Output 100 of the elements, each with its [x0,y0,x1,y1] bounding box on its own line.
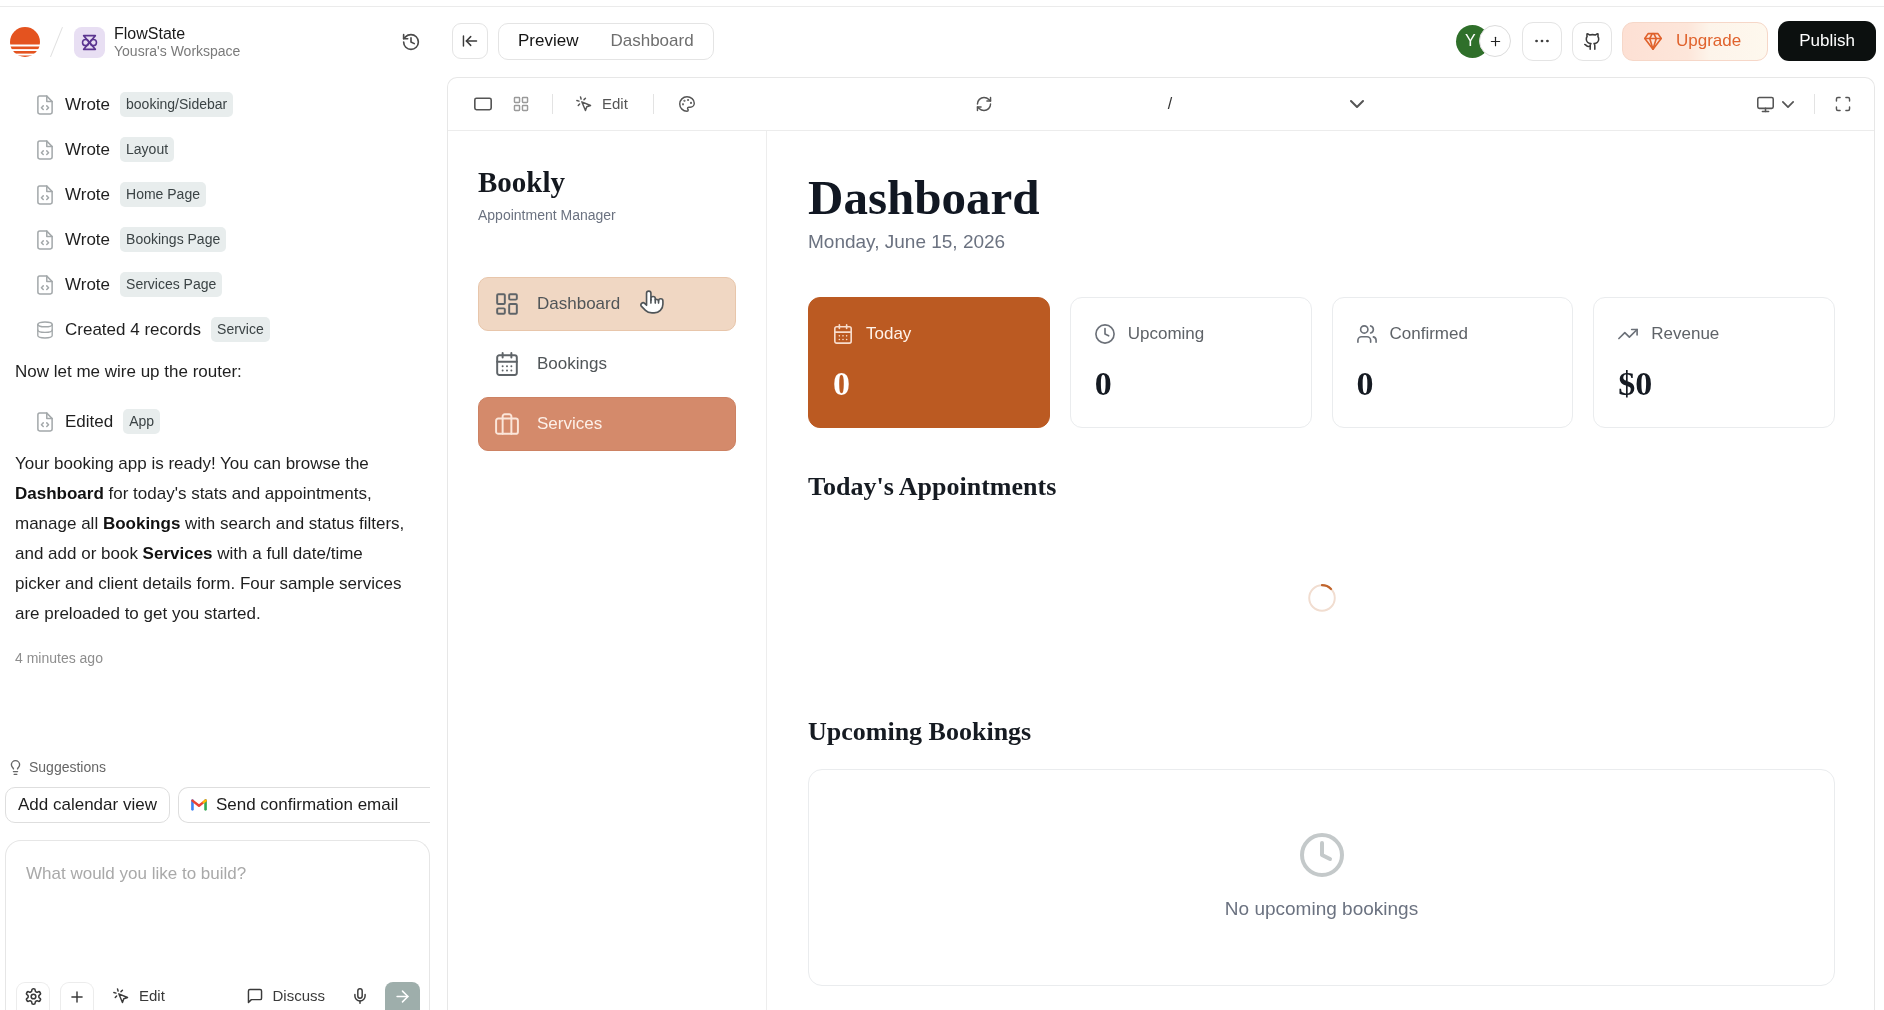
collapse-left-icon [462,33,478,49]
stat-value: 0 [833,364,850,404]
stat-label: Revenue [1651,323,1720,346]
history-icon [402,33,420,51]
calendar-icon [833,324,853,344]
gmail-icon [190,799,207,811]
code-file-icon [37,229,53,250]
palette-icon [678,96,695,112]
chevron-down-icon [1782,99,1794,109]
hand-cursor-icon [640,289,664,315]
briefcase-icon [495,412,519,436]
single-view-icon [474,95,492,113]
action-text: Wrote [65,228,111,251]
action-text: Created 4 records [65,318,202,341]
code-file-icon [37,411,53,432]
settings-icon [24,988,42,1005]
stat-label: Confirmed [1389,323,1468,346]
project-name: FlowState [114,24,187,43]
route-path[interactable]: / [1167,92,1173,116]
route-menu-button[interactable] [1350,99,1365,109]
collapse-panel-button[interactable] [452,23,488,59]
action-text: Wrote [65,273,111,296]
database-icon [37,320,53,339]
github-icon [1583,32,1601,50]
stat-value: 0 [1094,364,1112,404]
cursor-click-icon [113,988,129,1004]
view-tab[interactable]: Preview [502,25,595,57]
view-toggle[interactable] [513,96,529,112]
workspace-icon [74,26,105,58]
code-file-icon [37,139,53,160]
refresh-icon [975,96,992,112]
workspace-name: Yousra's Workspace [114,43,241,60]
app-logo-text: Bookly [478,166,566,198]
theme-button[interactable] [678,96,695,112]
stat-value: $0 [1618,364,1653,404]
fullscreen-icon [1835,96,1851,112]
refresh-button[interactable] [975,96,992,112]
action-text: Wrote [65,183,111,206]
stat-label: Upcoming [1127,323,1205,346]
clock-icon [1299,833,1344,877]
device-menu-button[interactable] [1757,95,1794,113]
cursor-click-icon [576,96,592,112]
arrow-right-icon [394,987,411,1005]
page-date: Monday, June 15, 2026 [808,230,1006,254]
code-file-icon [37,274,53,295]
message-time: 4 minutes ago [15,649,103,668]
action-text: Wrote [65,93,111,116]
grid-view-icon [513,96,529,112]
file-name: Home Page [120,182,206,207]
prompt-field[interactable]: What would you like to build? [6,841,429,982]
chevron-down-icon [1350,99,1365,109]
section-heading: Upcoming Bookings [808,716,1032,748]
record-type-name: Service [211,317,270,342]
code-file-icon [37,94,53,115]
section-heading: Today's Appointments [808,471,1057,503]
view-toggle[interactable] [474,95,492,113]
settings-button[interactable] [16,982,50,1010]
app-tagline: Appointment Manager [478,206,616,224]
history-button[interactable] [402,33,420,51]
file-name: Bookings Page [120,227,227,252]
action-text: Wrote [65,138,111,161]
file-name: App [123,409,161,434]
publish-button[interactable]: Publish [1778,21,1876,61]
suggestion-chip[interactable]: Send confirmation email [177,787,430,823]
sunset-logo-icon [10,27,40,57]
chat-message: Now let me wire up the router: [15,361,243,383]
file-name: booking/Sidebar [120,92,234,117]
action-text: Edited [65,410,114,433]
users-icon [1356,324,1377,344]
stat-label: Today [866,323,912,346]
edit-button[interactable]: Edit [576,92,628,116]
fullscreen-button[interactable] [1835,96,1851,112]
plus-icon [69,988,85,1005]
edit-mode-button[interactable]: Edit [113,982,165,1010]
loading-spinner-icon [1307,584,1336,612]
monitor-icon [1757,95,1774,113]
ellipsis-icon [1535,39,1549,43]
file-name: Services Page [120,272,223,297]
prompt-composer[interactable]: What would you like to build? Edit Discuss [5,840,430,1010]
microphone-icon [352,988,368,1004]
github-button[interactable] [1572,21,1612,61]
nav-item[interactable]: Bookings [478,337,736,391]
stat-value: 0 [1356,364,1374,404]
empty-message: No upcoming bookings [1224,897,1419,921]
code-file-icon [37,184,53,205]
discuss-button[interactable]: Discuss [247,982,325,1010]
calendar-icon [495,352,519,376]
plus-icon [1488,34,1502,48]
add-collaborator-button[interactable] [1479,25,1511,57]
file-name: Layout [120,137,175,162]
chat-bubble-icon [247,988,264,1004]
add-button[interactable] [60,982,94,1010]
gem-icon [1644,32,1662,50]
view-tab[interactable]: Dashboard [594,25,710,57]
suggestion-chip[interactable]: Add calendar view [5,787,170,823]
page-title: Dashboard [808,170,1040,226]
nav-item[interactable]: Dashboard [478,277,736,331]
clock-icon [1094,324,1115,344]
chat-message: Your booking app is ready! You can browse the Dashboard for today's stats and appointments, manage all Bookings with search and status filters, and add or book Services with a full date/time picker and client details form. Four sample services are preloaded to get you started. [15,453,406,625]
suggestions-label: Suggestions [29,757,107,777]
